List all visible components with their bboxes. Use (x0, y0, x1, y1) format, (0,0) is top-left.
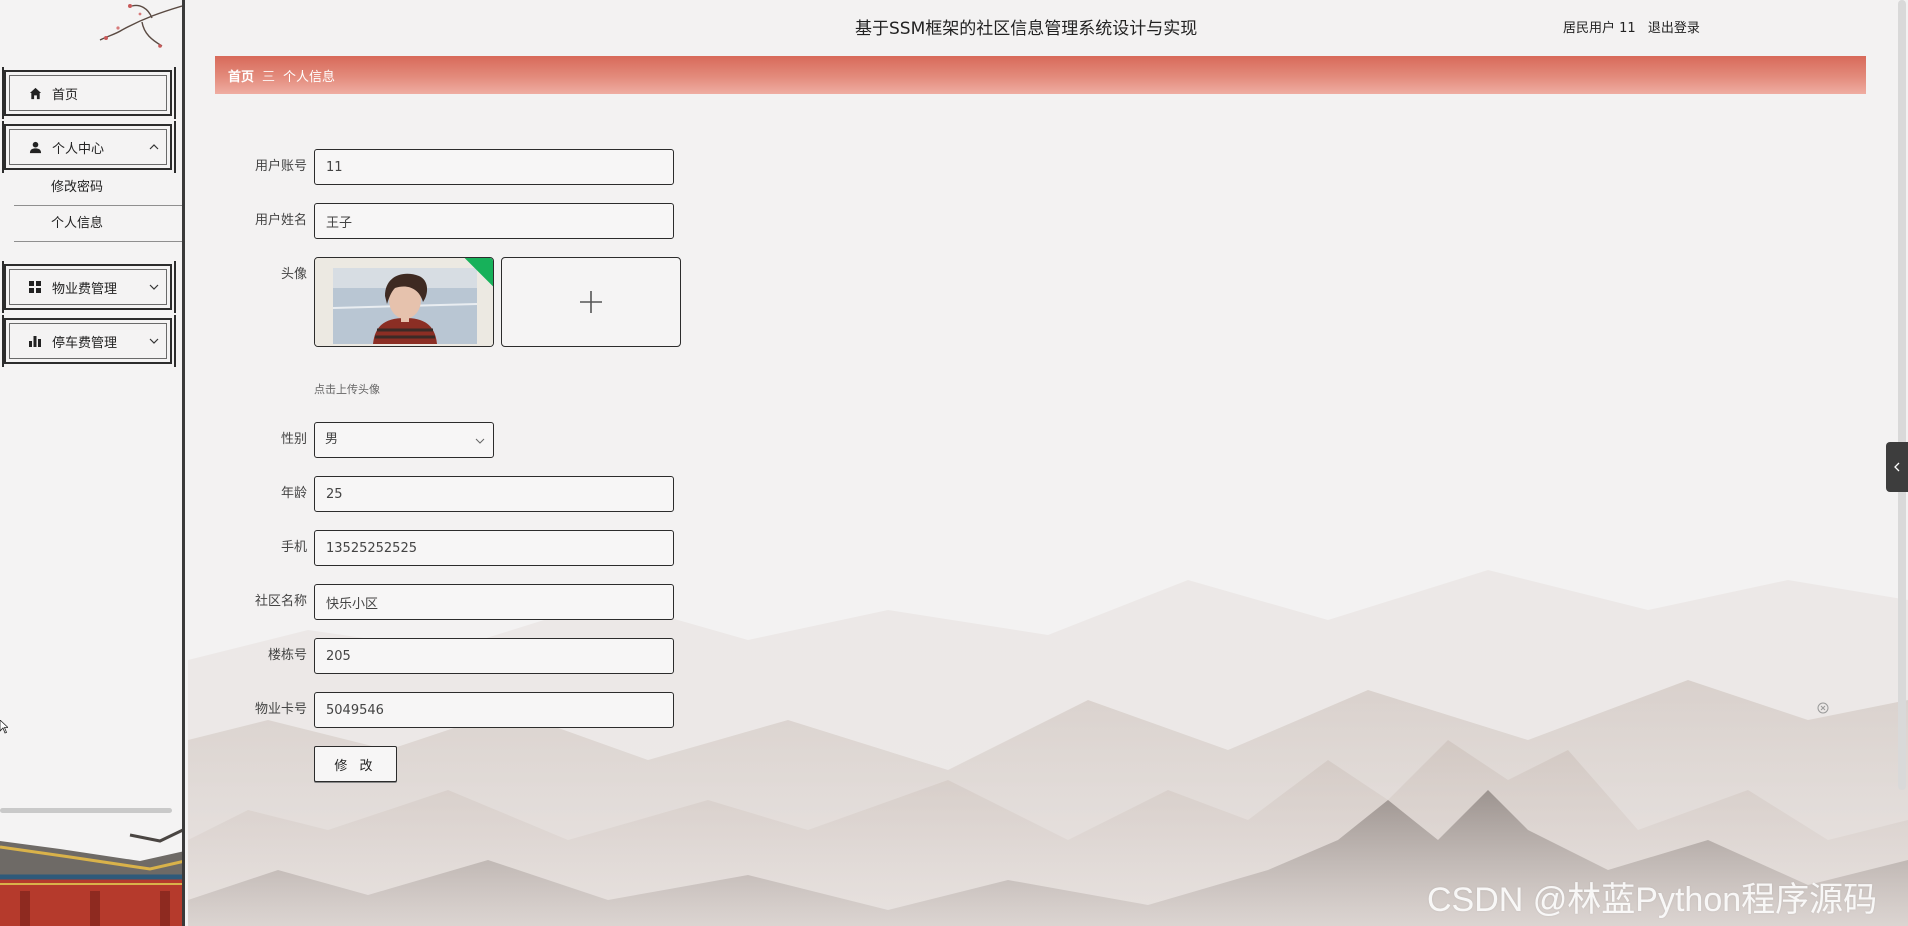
side-panel-toggle[interactable] (1886, 442, 1908, 492)
phone-label: 手机 (280, 540, 307, 555)
form-row-community: 社区名称 (215, 584, 815, 620)
building-label: 楼栋号 (267, 648, 307, 663)
avatar-photo (315, 258, 493, 346)
property-card-field[interactable] (314, 692, 674, 728)
form-row-name: 用户姓名 (215, 203, 815, 239)
community-field[interactable] (314, 584, 674, 620)
sidebar-item-label: 首页 (52, 87, 79, 103)
form-row-property-card: 物业卡号 (215, 692, 815, 728)
mouse-cursor-icon (0, 720, 8, 734)
phone-field[interactable] (314, 530, 674, 566)
form-row-building: 楼栋号 (215, 638, 815, 674)
sidebar-item-home[interactable]: 首页 (2, 67, 176, 119)
account-label: 用户账号 (254, 159, 307, 174)
form-row-account: 用户账号 (215, 149, 815, 185)
palace-roof-decoration (0, 828, 182, 926)
update-button[interactable]: 修 改 (314, 746, 397, 782)
page-scrollbar[interactable] (1898, 0, 1906, 790)
form-row-gender: 性别 男 (215, 422, 815, 458)
user-icon (28, 140, 42, 154)
grid-icon (28, 280, 42, 294)
home-icon (28, 86, 42, 100)
avatar-label: 头像 (280, 267, 307, 282)
age-field[interactable] (314, 476, 674, 512)
user-info: 居民用户 11 退出登录 (1563, 17, 1700, 36)
age-label: 年龄 (280, 486, 307, 501)
form-row-phone: 手机 (215, 530, 815, 566)
sidebar-subitem-personal-info[interactable]: 个人信息 (14, 206, 182, 242)
sidebar-item-property-fee[interactable]: 物业费管理 (2, 261, 176, 313)
chevron-left-icon (1894, 462, 1900, 472)
breadcrumb: 首页 三 个人信息 (215, 56, 1866, 94)
name-field[interactable] (314, 203, 674, 239)
watermark-text: CSDN @林蓝Python程序源码 (1427, 881, 1878, 919)
gender-label: 性别 (280, 432, 307, 447)
plum-blossom-decoration (99, 4, 182, 48)
chevron-down-icon (149, 284, 159, 290)
building-field[interactable] (314, 638, 674, 674)
breadcrumb-home[interactable]: 首页 (228, 66, 254, 85)
sidebar-item-label: 物业费管理 (52, 281, 118, 297)
sidebar-item-parking-fee[interactable]: 停车费管理 (2, 315, 176, 367)
gender-select[interactable]: 男 (314, 422, 494, 458)
logout-link[interactable]: 退出登录 (1648, 21, 1700, 36)
app-title: 基于SSM框架的社区信息管理系统设计与实现 (855, 19, 1198, 39)
sidebar-subitem-change-password[interactable]: 修改密码 (14, 170, 182, 206)
sidebar: 首页 个人中心 修改密码 个人信息 物业费管理 停车费管理 (0, 0, 185, 926)
chevron-up-icon (149, 144, 159, 150)
avatar-upload-hint: 点击上传头像 (314, 383, 380, 396)
breadcrumb-separator-icon: 三 (262, 69, 276, 85)
breadcrumb-current: 个人信息 (283, 69, 336, 85)
gender-selected-value: 男 (325, 432, 339, 447)
property-card-label: 物业卡号 (254, 702, 307, 717)
plus-icon (580, 291, 602, 313)
avatar-upload-button[interactable] (501, 257, 681, 347)
community-label: 社区名称 (254, 594, 307, 609)
account-field[interactable] (314, 149, 674, 185)
close-circle-icon[interactable] (1817, 702, 1829, 714)
chevron-down-icon (475, 438, 485, 444)
chevron-down-icon (149, 338, 159, 344)
avatar-preview[interactable] (314, 257, 494, 347)
sidebar-item-label: 个人中心 (52, 141, 105, 157)
sidebar-scrollbar[interactable] (0, 808, 172, 813)
bar-chart-icon (28, 334, 42, 348)
current-user-label: 居民用户 11 (1563, 21, 1636, 36)
sidebar-item-label: 停车费管理 (52, 335, 118, 351)
name-label: 用户姓名 (254, 213, 307, 228)
form-row-age: 年龄 (215, 476, 815, 512)
sidebar-item-personal-center[interactable]: 个人中心 (2, 121, 176, 173)
